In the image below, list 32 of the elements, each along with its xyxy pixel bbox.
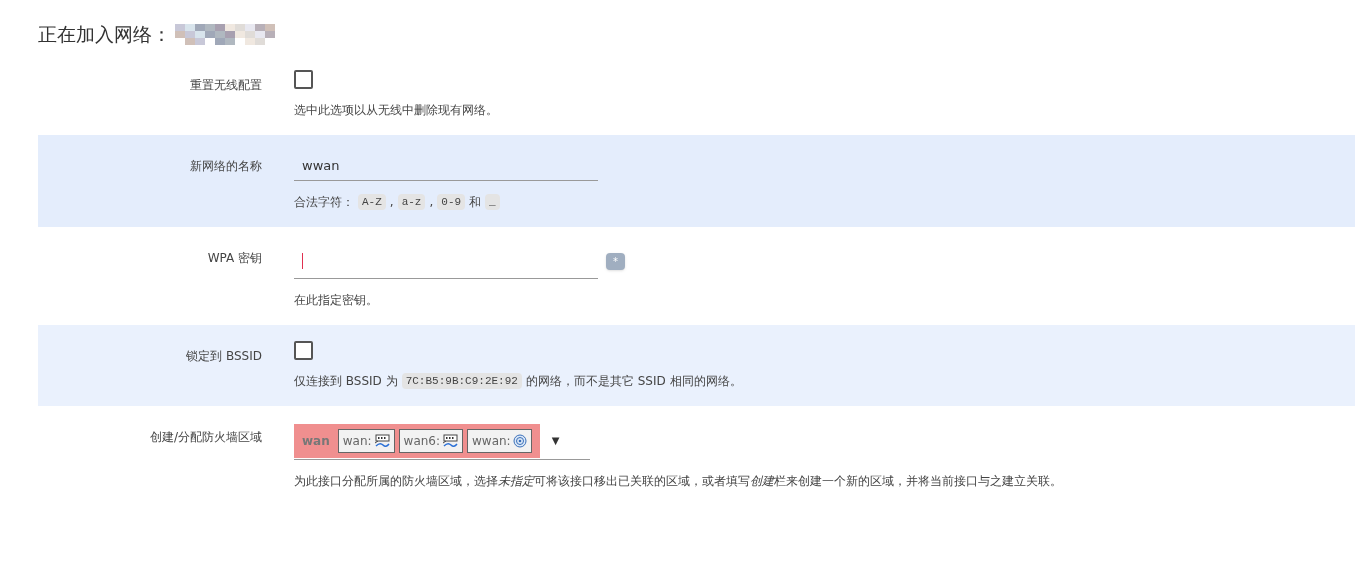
hint-text: 选中此选项以从无线中删除现有网络。	[294, 102, 498, 119]
hint-text: 仅连接到 BSSID 为	[294, 373, 398, 390]
hint-text: 为此接口分配所属的防火墙区域，选择未指定可将该接口移出已关联的区域，或者填写创建栏来创建一个新的区域，并将当前接口与之建立关联。	[294, 473, 1062, 490]
field-label: 创建/分配防火墙区域	[149, 430, 262, 444]
wireless-icon	[512, 433, 527, 448]
hint-text: 在此指定密钥。	[294, 292, 378, 309]
page-title: 正在加入网络：	[38, 21, 171, 47]
hint-text: 和	[469, 194, 482, 211]
device-tag: wan6:	[398, 428, 463, 453]
checkbox[interactable]	[294, 341, 313, 360]
zone-dropdown[interactable]: wan wan: wan6: wwan: ▼	[294, 422, 590, 460]
field-label: 锁定到 BSSID	[186, 349, 262, 363]
code-chip: a-z	[397, 193, 426, 211]
hint-text: 合法字符：	[294, 194, 354, 211]
field-label: WPA 密钥	[207, 251, 262, 265]
field-label: 新网络的名称	[190, 159, 262, 173]
caret-icon: ▼	[551, 433, 560, 448]
network-port-icon	[373, 433, 390, 448]
field-label: 重置无线配置	[190, 78, 262, 92]
device-tag: wwan:	[467, 428, 532, 453]
device-tag: wan:	[337, 428, 395, 453]
hint-text: ,	[429, 194, 434, 211]
hint-text: ,	[389, 194, 394, 211]
checkbox[interactable]	[294, 70, 313, 89]
input-field[interactable]: wwan	[294, 151, 598, 181]
network-port-icon	[442, 433, 458, 448]
hint-text: 的网络，而不是其它 SSID 相同的网络。	[525, 373, 742, 390]
code-chip: A-Z	[358, 193, 386, 211]
code-chip: 0-9	[437, 193, 466, 211]
code-chip: _	[485, 193, 500, 211]
zone-name: wan	[302, 432, 330, 450]
code-chip: 7C:B5:9B:C9:2E:92	[401, 372, 522, 390]
